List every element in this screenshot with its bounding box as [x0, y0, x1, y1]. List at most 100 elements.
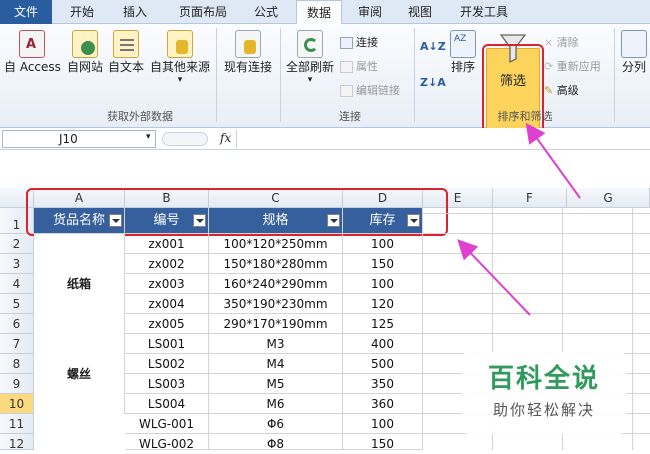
table-cell-spec[interactable]: M5 [209, 374, 343, 394]
group-label-sort-filter: 排序和筛选 [497, 110, 553, 123]
table-cell-stock[interactable]: 400 [343, 334, 423, 354]
table-cell-spec[interactable]: M6 [209, 394, 343, 414]
table-cell-code[interactable]: WLG-002 [125, 434, 209, 450]
clear-button[interactable]: ⨯ 清除 [544, 34, 579, 50]
ribbon-tab-bar: 文件 开始 插入 页面布局 公式 数据 审阅 视图 开发工具 [0, 0, 650, 25]
tab-review[interactable]: 审阅 [350, 0, 390, 24]
tab-developer[interactable]: 开发工具 [452, 0, 516, 24]
formula-bar: J10 ▾ fx [0, 128, 650, 150]
connections-button[interactable]: 连接 [340, 34, 378, 50]
table-cell-stock[interactable]: 120 [343, 294, 423, 314]
table-cell-code[interactable]: LS002 [125, 354, 209, 374]
reapply-icon: ⟳ [544, 60, 557, 73]
table-cell-spec[interactable]: 150*180*280mm [209, 254, 343, 274]
tab-home[interactable]: 开始 [62, 0, 102, 24]
connections-icon [340, 37, 353, 49]
edit-links-icon [340, 85, 353, 97]
tab-data[interactable]: 数据 [296, 0, 342, 25]
table-cell-code[interactable]: zx002 [125, 254, 209, 274]
sort-descending-icon[interactable]: Z↓A [420, 76, 446, 89]
table-cell-stock[interactable]: 150 [343, 254, 423, 274]
tab-file[interactable]: 文件 [0, 0, 52, 24]
table-cell-stock[interactable]: 500 [343, 354, 423, 374]
row-header-7[interactable]: 7 [0, 334, 34, 354]
row-header-5[interactable]: 5 [0, 294, 34, 314]
insert-function-icon[interactable]: fx [220, 131, 231, 145]
existing-connections-button[interactable]: 现有连接 [220, 30, 276, 75]
row-header-8[interactable]: 8 [0, 354, 34, 374]
tab-view[interactable]: 视图 [400, 0, 440, 24]
table-cell-code[interactable]: zx001 [125, 234, 209, 254]
table-cell-stock[interactable]: 100 [343, 274, 423, 294]
table-cell-code[interactable]: LS004 [125, 394, 209, 414]
sort-grid-icon: AZ [450, 30, 476, 58]
column-header-f[interactable]: F [493, 188, 567, 208]
table-cell-spec[interactable]: 160*240*290mm [209, 274, 343, 294]
from-text-button[interactable]: 自文本 [106, 30, 146, 75]
access-icon: A [19, 30, 45, 58]
table-cell-code[interactable]: zx004 [125, 294, 209, 314]
table-cell-stock[interactable]: 100 [343, 234, 423, 254]
reapply-button[interactable]: ⟳ 重新应用 [544, 58, 601, 74]
chevron-down-icon: ▾ [177, 75, 183, 85]
table-cell-stock[interactable]: 100 [343, 414, 423, 434]
table-cell-stock[interactable]: 150 [343, 434, 423, 450]
text-file-icon [113, 30, 139, 58]
row-header-6[interactable]: 6 [0, 314, 34, 334]
row-header-2[interactable]: 2 [0, 234, 34, 254]
row-header-4[interactable]: 4 [0, 274, 34, 294]
group-cell[interactable]: 螺丝 [34, 334, 125, 414]
advanced-button[interactable]: ✎ 高级 [544, 82, 579, 98]
properties-icon [340, 61, 353, 73]
from-access-button[interactable]: A 自 Access [4, 30, 61, 75]
row-header-11[interactable]: 11 [0, 414, 34, 434]
table-cell-spec[interactable]: M3 [209, 334, 343, 354]
text-to-columns-button[interactable]: 分列 [618, 30, 650, 75]
group-cell[interactable]: 纸箱 [34, 234, 125, 334]
refresh-icon [297, 30, 323, 58]
table-cell-spec[interactable]: 100*120*250mm [209, 234, 343, 254]
table-cell-code[interactable]: WLG-001 [125, 414, 209, 434]
watermark-logo: 百科全说 助你轻松解决 [462, 352, 626, 434]
ribbon-panel: A 自 Access 自网站 自文本 自其他来源 ▾ 现有连接 获取外部数据 全… [0, 24, 650, 134]
sort-button[interactable]: AZ 排序 [446, 30, 480, 75]
name-box[interactable]: J10 [2, 130, 156, 148]
properties-button[interactable]: 属性 [340, 58, 378, 74]
tab-insert[interactable]: 插入 [112, 0, 158, 24]
row-header-3[interactable]: 3 [0, 254, 34, 274]
formula-expand-handle[interactable] [162, 132, 208, 146]
from-other-sources-button[interactable]: 自其他来源 ▾ [148, 30, 212, 85]
from-web-button[interactable]: 自网站 [62, 30, 108, 75]
row-header-10[interactable]: 10 [0, 394, 34, 414]
formula-expanded-area [0, 150, 650, 188]
row-header-9[interactable]: 9 [0, 374, 34, 394]
tab-formulas[interactable]: 公式 [246, 0, 286, 24]
table-cell-code[interactable]: LS001 [125, 334, 209, 354]
table-cell-spec[interactable]: M4 [209, 354, 343, 374]
table-cell-spec[interactable]: Φ6 [209, 414, 343, 434]
advanced-filter-icon: ✎ [544, 84, 557, 97]
refresh-all-button[interactable]: 全部刷新 ▾ [284, 30, 336, 85]
chevron-down-icon[interactable]: ▾ [146, 132, 151, 142]
header-row-annotation-box [26, 188, 448, 236]
separator [414, 28, 415, 122]
split-columns-icon [621, 30, 647, 58]
other-sources-icon [167, 30, 193, 58]
sort-ascending-icon[interactable]: A↓Z [420, 40, 446, 53]
table-cell-code[interactable]: zx003 [125, 274, 209, 294]
tab-page-layout[interactable]: 页面布局 [168, 0, 238, 24]
group-label-get-external-data: 获取外部数据 [107, 110, 173, 123]
table-cell-spec[interactable]: 290*170*190mm [209, 314, 343, 334]
formula-input[interactable] [236, 130, 646, 148]
table-cell-stock[interactable]: 125 [343, 314, 423, 334]
table-cell-code[interactable]: LS003 [125, 374, 209, 394]
table-cell-spec[interactable]: 350*190*230mm [209, 294, 343, 314]
table-cell-stock[interactable]: 350 [343, 374, 423, 394]
edit-links-button[interactable]: 编辑链接 [340, 82, 400, 98]
column-header-g[interactable]: G [567, 188, 650, 208]
table-cell-spec[interactable]: Φ8 [209, 434, 343, 450]
table-cell-code[interactable]: zx005 [125, 314, 209, 334]
clear-filter-icon: ⨯ [544, 36, 557, 49]
row-header-12[interactable]: 12 [0, 434, 34, 451]
table-cell-stock[interactable]: 360 [343, 394, 423, 414]
